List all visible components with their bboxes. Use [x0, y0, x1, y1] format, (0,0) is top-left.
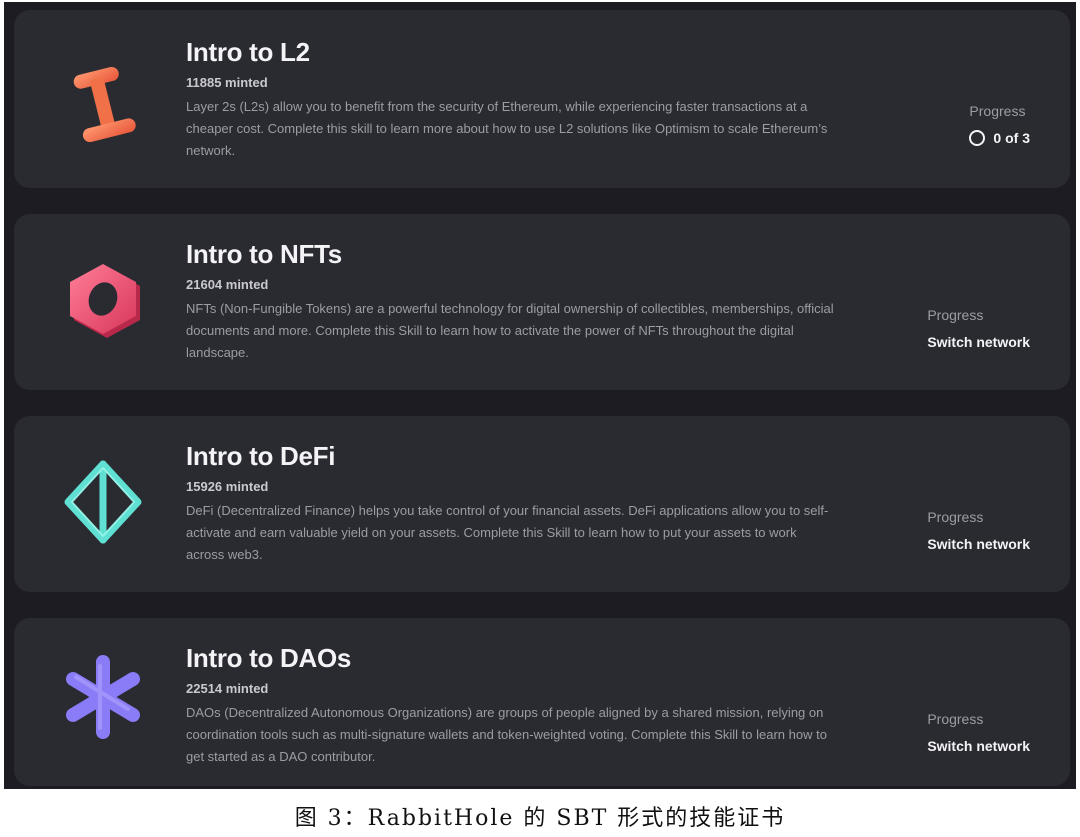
skill-content: Intro to DAOs 22514 minted DAOs (Decentr… [186, 642, 846, 768]
skill-card-l2[interactable]: Intro to L2 11885 minted Layer 2s (L2s) … [14, 10, 1070, 188]
progress-section: Progress 0 of 3 [969, 102, 1030, 148]
skill-content: Intro to DeFi 15926 minted DeFi (Decentr… [186, 440, 846, 566]
rabbithole-skills-screenshot: Intro to L2 11885 minted Layer 2s (L2s) … [4, 2, 1076, 789]
skill-card-defi[interactable]: Intro to DeFi 15926 minted DeFi (Decentr… [14, 416, 1070, 592]
skill-title[interactable]: Intro to L2 [186, 36, 846, 68]
minted-count: 22514 minted [186, 681, 269, 696]
skill-description: Layer 2s (L2s) allow you to benefit from… [186, 99, 828, 158]
progress-status: 0 of 3 [969, 128, 1030, 148]
figure-caption: 图 3：RabbitHole 的 SBT 形式的技能证书 [294, 806, 786, 831]
skill-title[interactable]: Intro to DeFi [186, 440, 846, 472]
progress-section: Progress Switch network [927, 508, 1030, 554]
minted-count: 11885 minted [186, 75, 268, 90]
progress-label: Progress [927, 509, 984, 525]
progress-count: 0 of 3 [993, 130, 1030, 146]
progress-section: Progress Switch network [927, 306, 1030, 352]
skill-description: DAOs (Decentralized Autonomous Organizat… [186, 705, 827, 764]
skill-title[interactable]: Intro to NFTs [186, 238, 846, 270]
skill-description: DeFi (Decentralized Finance) helps you t… [186, 503, 829, 562]
dao-asterisk-icon [48, 642, 158, 752]
minted-count: 15926 minted [186, 479, 269, 494]
l2-beam-icon [48, 50, 158, 160]
progress-label: Progress [927, 711, 984, 727]
skill-card-nfts[interactable]: Intro to NFTs 21604 minted NFTs (Non-Fun… [14, 214, 1070, 390]
progress-circle-icon [969, 130, 986, 146]
skill-title[interactable]: Intro to DAOs [186, 642, 846, 674]
skill-content: Intro to L2 11885 minted Layer 2s (L2s) … [186, 36, 846, 162]
switch-network-button[interactable]: Switch network [927, 534, 1030, 554]
defi-octahedron-icon [48, 446, 158, 556]
skill-card-daos[interactable]: Intro to DAOs 22514 minted DAOs (Decentr… [14, 618, 1070, 786]
skill-description: NFTs (Non-Fungible Tokens) are a powerfu… [186, 301, 834, 360]
nft-hex-nut-icon [48, 244, 158, 354]
progress-label: Progress [969, 103, 1026, 119]
progress-section: Progress Switch network [927, 710, 1030, 756]
switch-network-button[interactable]: Switch network [927, 736, 1030, 756]
minted-count: 21604 minted [186, 277, 269, 292]
progress-label: Progress [927, 307, 984, 323]
skill-content: Intro to NFTs 21604 minted NFTs (Non-Fun… [186, 238, 846, 364]
switch-network-button[interactable]: Switch network [927, 332, 1030, 352]
